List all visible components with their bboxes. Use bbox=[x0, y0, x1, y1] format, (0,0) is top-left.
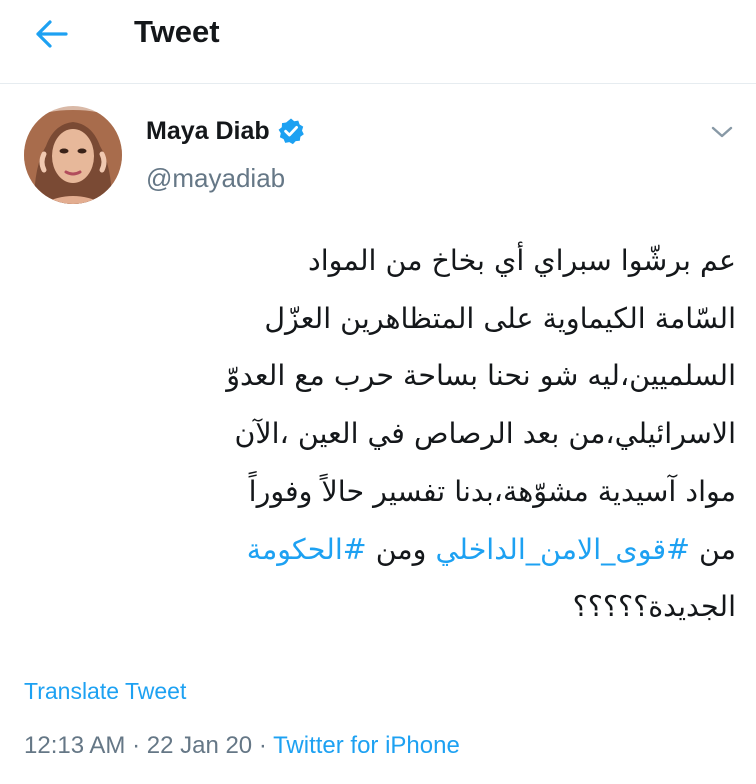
meta-separator: · bbox=[125, 732, 147, 759]
verified-badge-icon bbox=[277, 117, 305, 145]
avatar[interactable] bbox=[24, 106, 122, 204]
hashtag-link[interactable]: #الحكومة bbox=[247, 533, 367, 566]
tweet-text-line: الجديدة؟؟؟؟؟ bbox=[572, 590, 736, 624]
arrow-left-icon bbox=[35, 19, 69, 49]
tweet-date: 22 Jan 20 bbox=[146, 732, 253, 759]
chevron-down-icon bbox=[710, 124, 734, 145]
tweet-source-link[interactable]: Twitter for iPhone bbox=[273, 732, 460, 759]
hashtag-link[interactable]: #قوى_الامن_الداخلي bbox=[436, 533, 690, 566]
author-handle[interactable]: @mayadiab bbox=[146, 162, 285, 194]
tweet-text-line: السّامة الكيماوية على المتظاهرين العزّل bbox=[264, 301, 736, 335]
author-name[interactable]: Maya Diab bbox=[146, 115, 305, 147]
meta-separator: · bbox=[252, 732, 274, 759]
tweet-text-line: السلميين،ليه شو نحنا بساحة حرب مع العدوّ bbox=[226, 359, 736, 393]
back-button[interactable] bbox=[24, 14, 80, 54]
tweet-text-segment: ومن bbox=[366, 532, 436, 566]
tweet-time: 12:13 AM bbox=[24, 732, 126, 759]
page-title: Tweet bbox=[134, 14, 220, 49]
translate-tweet-link[interactable]: Translate Tweet bbox=[24, 676, 186, 706]
top-bar: Tweet bbox=[0, 0, 756, 84]
tweet-text-line: عم برشّوا سبراي أي بخاخ من المواد bbox=[308, 244, 736, 277]
author-name-label: Maya Diab bbox=[146, 117, 270, 145]
tweet-text-segment: من bbox=[689, 532, 736, 566]
tweet-text-line: مواد آسيدية مشوّهة،بدنا تفسير حالاً وفور… bbox=[248, 474, 736, 508]
tweet-text: عم برشّوا سبراي أي بخاخ من المواد السّام… bbox=[12, 232, 736, 636]
tweet-text-line: الاسرائيلي،من بعد الرصاص في العين ،الآن bbox=[234, 417, 736, 451]
tweet-meta: 12:13 AM · 22 Jan 20 · Twitter for iPhon… bbox=[24, 730, 460, 762]
tweet-text-line: من #قوى_الامن_الداخلي ومن #الحكومة bbox=[12, 521, 736, 579]
tweet-options-button[interactable] bbox=[706, 118, 738, 150]
